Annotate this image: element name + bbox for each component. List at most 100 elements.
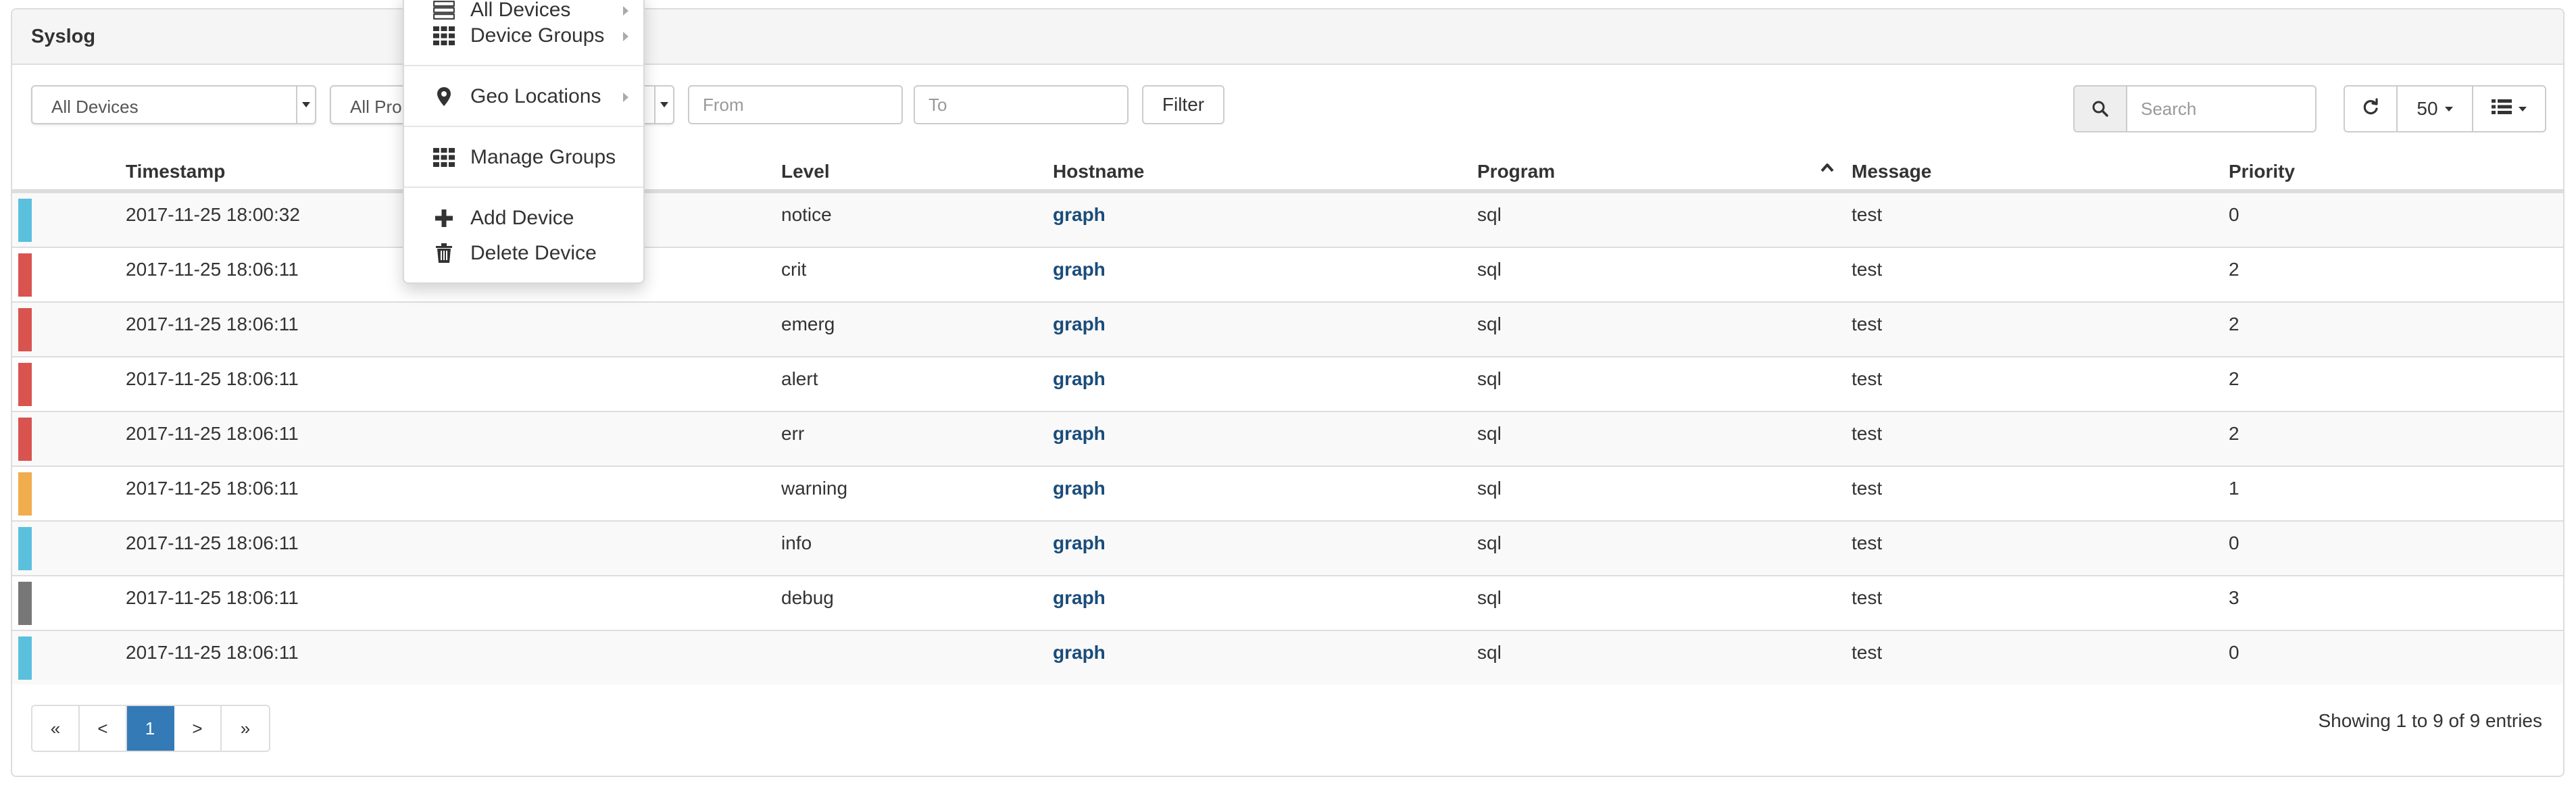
- panel-title: Syslog: [31, 26, 96, 47]
- cell-timestamp: 2017-11-25 18:06:11: [126, 259, 299, 280]
- cell-timestamp: 2017-11-25 18:06:11: [126, 642, 299, 663]
- cell-program: sql: [1477, 532, 1502, 553]
- search-input[interactable]: [2126, 85, 2317, 132]
- submenu-arrow-icon: [623, 6, 628, 16]
- next-page-button[interactable]: >: [174, 706, 222, 751]
- page-button-current[interactable]: 1: [127, 706, 174, 751]
- page-size-dropdown[interactable]: 50: [2396, 85, 2473, 132]
- cell-hostname[interactable]: graph: [1053, 532, 1106, 554]
- page-size-value: 50: [2417, 98, 2438, 119]
- cell-priority: 2: [2229, 259, 2239, 280]
- cell-priority: 0: [2229, 642, 2239, 663]
- menu-divider: [404, 186, 643, 188]
- cell-timestamp: 2017-11-25 18:06:11: [126, 587, 299, 608]
- cell-message: test: [1852, 259, 1883, 280]
- column-header-level[interactable]: Level: [781, 161, 830, 182]
- search-icon: [2073, 85, 2127, 132]
- column-header-timestamp[interactable]: Timestamp: [126, 161, 225, 182]
- cell-program: sql: [1477, 259, 1502, 280]
- menu-divider: [404, 65, 643, 66]
- prev-page-button[interactable]: <: [80, 706, 127, 751]
- column-header-hostname[interactable]: Hostname: [1053, 161, 1144, 182]
- cell-level: crit: [781, 259, 807, 280]
- table-row: 2017-11-25 18:06:11 info graph sql test 0: [12, 520, 2563, 575]
- cell-level: info: [781, 532, 812, 553]
- menu-item-delete-device[interactable]: Delete Device: [404, 236, 643, 270]
- cell-level: debug: [781, 587, 834, 608]
- cell-hostname[interactable]: graph: [1053, 478, 1106, 499]
- cell-priority: 0: [2229, 204, 2239, 225]
- menu-item-label: Manage Groups: [470, 146, 616, 168]
- cell-priority: 1: [2229, 478, 2239, 499]
- trash-icon: [432, 243, 455, 264]
- first-page-button[interactable]: «: [32, 706, 80, 751]
- cell-message: test: [1852, 368, 1883, 389]
- column-header-priority[interactable]: Priority: [2229, 161, 2295, 182]
- panel-heading: Syslog: [12, 9, 2563, 65]
- menu-item-add-device[interactable]: Add Device: [404, 201, 643, 235]
- table-row: 2017-11-25 18:06:11 graph sql test 0: [12, 630, 2563, 684]
- device-select-value: All Devices: [51, 97, 139, 117]
- table-row: 2017-11-25 18:06:11 crit graph sql test 2: [12, 247, 2563, 301]
- cell-priority: 2: [2229, 368, 2239, 389]
- severity-indicator: [18, 199, 32, 242]
- table-row: 2017-11-25 18:00:32 notice graph sql test 0: [12, 192, 2563, 247]
- cell-message: test: [1852, 587, 1883, 608]
- column-header-message[interactable]: Message: [1852, 161, 1931, 182]
- cell-level: emerg: [781, 314, 835, 334]
- cell-timestamp: 2017-11-25 18:00:32: [126, 204, 300, 225]
- cell-timestamp: 2017-11-25 18:06:11: [126, 314, 299, 334]
- device-select[interactable]: All Devices: [31, 85, 316, 124]
- cell-hostname[interactable]: graph: [1053, 587, 1106, 609]
- table-row: 2017-11-25 18:06:11 err graph sql test 2: [12, 411, 2563, 466]
- grid-icon: [432, 147, 455, 168]
- filter-button[interactable]: Filter: [1142, 85, 1224, 124]
- cell-message: test: [1852, 478, 1883, 499]
- cell-priority: 2: [2229, 314, 2239, 334]
- table-row: 2017-11-25 18:06:11 emerg graph sql test 2: [12, 301, 2563, 356]
- caret-down-icon: [2519, 106, 2527, 111]
- entries-summary: Showing 1 to 9 of 9 entries: [2318, 710, 2542, 731]
- cell-hostname[interactable]: graph: [1053, 314, 1106, 335]
- severity-indicator: [18, 308, 32, 351]
- cell-hostname[interactable]: graph: [1053, 259, 1106, 280]
- cell-hostname[interactable]: graph: [1053, 642, 1106, 664]
- cell-message: test: [1852, 642, 1883, 663]
- submenu-arrow-icon: [623, 32, 628, 41]
- cell-program: sql: [1477, 587, 1502, 608]
- menu-item-manage-groups[interactable]: Manage Groups: [404, 141, 643, 174]
- cell-timestamp: 2017-11-25 18:06:11: [126, 423, 299, 444]
- menu-item-label: Add Device: [470, 207, 574, 229]
- cell-program: sql: [1477, 478, 1502, 499]
- cell-hostname[interactable]: graph: [1053, 423, 1106, 445]
- menu-item-label: Delete Device: [470, 242, 597, 264]
- cell-program: sql: [1477, 642, 1502, 663]
- menu-divider: [404, 126, 643, 127]
- cell-hostname[interactable]: graph: [1053, 368, 1106, 390]
- cell-message: test: [1852, 532, 1883, 553]
- grid-icon: [432, 26, 455, 46]
- server-icon: [432, 0, 455, 20]
- from-date-input[interactable]: [688, 85, 903, 124]
- severity-indicator: [18, 418, 32, 461]
- map-marker-icon: [432, 86, 455, 107]
- menu-item-device-groups[interactable]: Device Groups: [404, 19, 643, 53]
- submenu-arrow-icon: [623, 93, 628, 102]
- cell-timestamp: 2017-11-25 18:06:11: [126, 532, 299, 553]
- cell-program: sql: [1477, 368, 1502, 389]
- menu-item-geo-locations[interactable]: Geo Locations: [404, 80, 643, 114]
- severity-indicator: [18, 472, 32, 516]
- columns-dropdown[interactable]: [2472, 85, 2546, 132]
- to-date-input[interactable]: [914, 85, 1129, 124]
- cell-timestamp: 2017-11-25 18:06:11: [126, 478, 299, 499]
- menu-item-label: Geo Locations: [470, 85, 601, 107]
- last-page-button[interactable]: »: [222, 706, 269, 751]
- severity-indicator: [18, 582, 32, 625]
- cell-message: test: [1852, 314, 1883, 334]
- refresh-button[interactable]: [2344, 85, 2398, 132]
- column-header-program[interactable]: Program: [1477, 161, 1555, 182]
- sort-ascending-icon: [1820, 162, 1835, 176]
- cell-hostname[interactable]: graph: [1053, 204, 1106, 226]
- cell-priority: 2: [2229, 423, 2239, 444]
- plus-icon: [432, 208, 455, 228]
